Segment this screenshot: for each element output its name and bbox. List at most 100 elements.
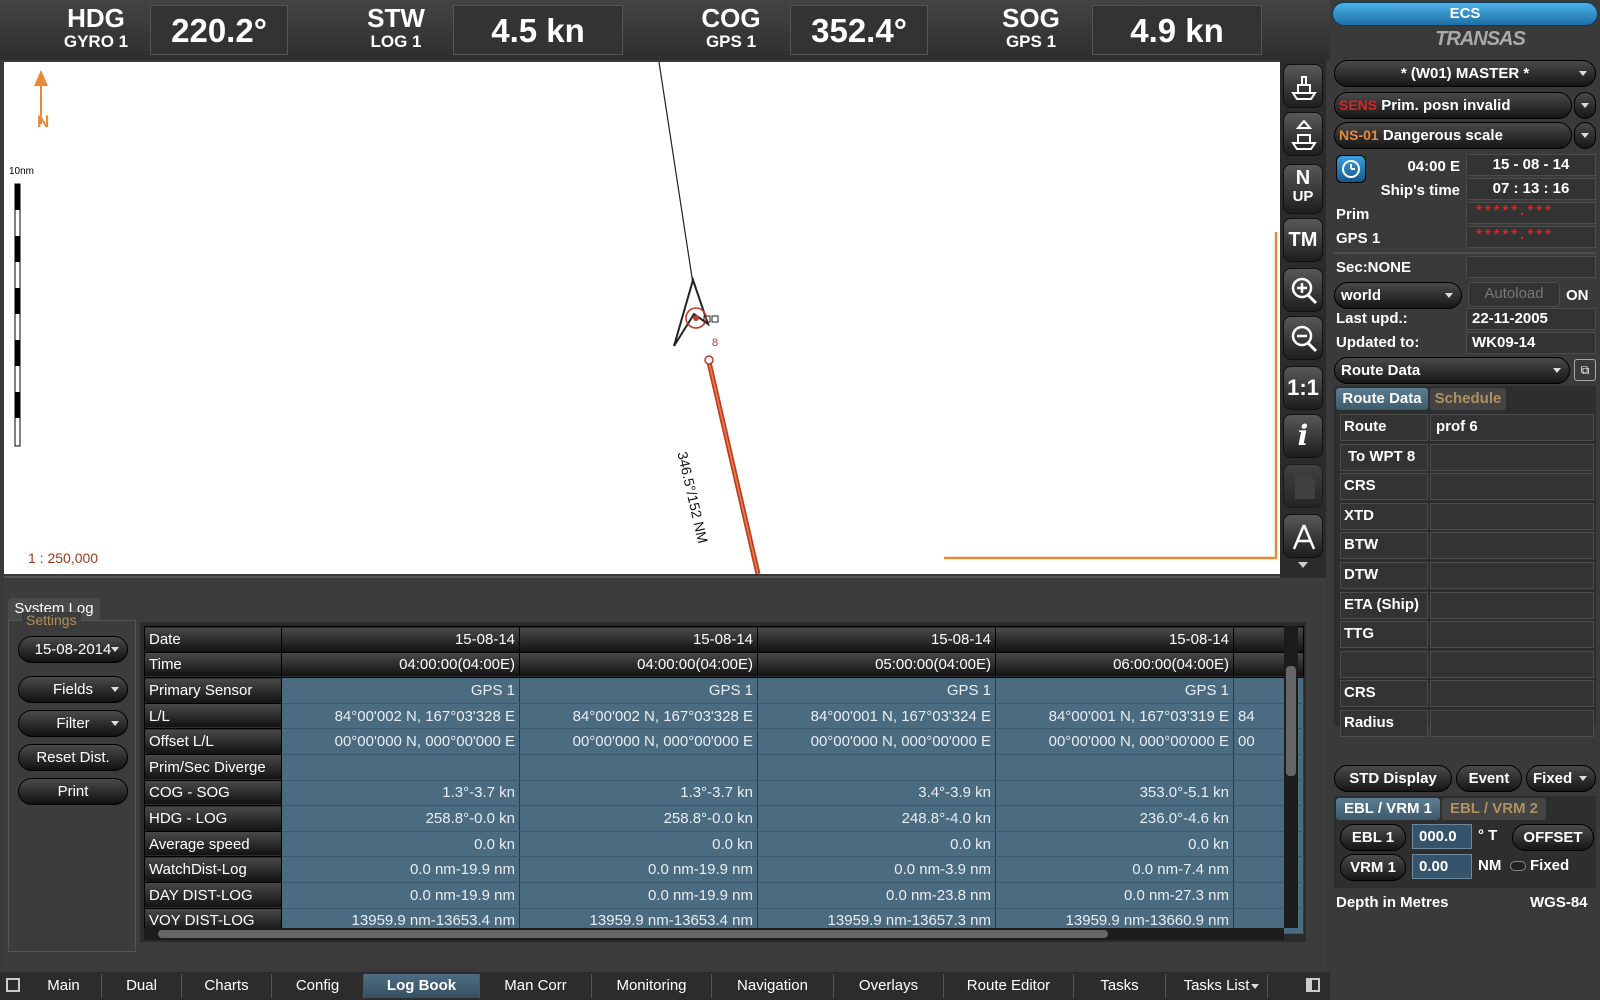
zoom-out-button[interactable] xyxy=(1283,316,1323,360)
tab-log-book[interactable]: Log Book xyxy=(364,974,480,998)
tab-ebl-vrm-2[interactable]: EBL / VRM 2 xyxy=(1442,798,1546,820)
sensor-alarm-dropdown[interactable] xyxy=(1574,92,1596,119)
nav-alarm[interactable]: NS-01 Dangerous scale xyxy=(1334,122,1572,149)
chart-scale[interactable]: 1 : 250,000 xyxy=(28,550,98,566)
log-cell[interactable]: 84°00'002 N, 167°03'328 E xyxy=(519,703,758,730)
ecs-badge[interactable]: ECS xyxy=(1332,2,1598,26)
tab-main[interactable]: Main xyxy=(26,974,102,998)
log-vertical-thumb[interactable] xyxy=(1286,666,1296,776)
print-button[interactable]: Print xyxy=(18,778,128,805)
waypoint-marker[interactable] xyxy=(704,355,714,365)
log-row-header[interactable]: Prim/Sec Diverge xyxy=(144,753,282,781)
ship-offset-button[interactable] xyxy=(1283,112,1323,156)
log-cell[interactable]: 353.0°-5.1 kn xyxy=(995,780,1234,807)
event-button[interactable]: Event xyxy=(1456,765,1522,792)
stw-source[interactable]: LOG 1 xyxy=(360,32,432,52)
log-cell[interactable]: GPS 1 xyxy=(281,677,520,704)
chart-display[interactable]: N 10nm 8 346.5°/152 NM 1 : 250,000 xyxy=(4,62,1280,574)
tab-schedule[interactable]: Schedule xyxy=(1430,388,1506,410)
log-cell[interactable]: 00°00'000 N, 000°00'000 E xyxy=(995,728,1234,755)
cog-source[interactable]: GPS 1 xyxy=(695,32,767,52)
log-row-header[interactable]: COG - SOG xyxy=(144,779,282,807)
log-cell[interactable]: 0.0 nm-19.9 nm xyxy=(281,856,520,883)
tab-tasks-list[interactable]: Tasks List xyxy=(1166,974,1268,998)
measure-tool-button[interactable] xyxy=(1283,514,1323,558)
sensor-alarm[interactable]: SENS Prim. posn invalid xyxy=(1334,92,1572,119)
fields-button[interactable]: Fields xyxy=(18,676,128,703)
std-display-button[interactable]: STD Display xyxy=(1334,765,1452,792)
log-cell[interactable]: 0.0 kn xyxy=(757,831,996,858)
log-cell[interactable]: 0.0 nm-19.9 nm xyxy=(281,882,520,909)
log-row-header[interactable]: HDG - LOG xyxy=(144,805,282,832)
log-cell[interactable]: 236.0°-4.6 kn xyxy=(995,805,1234,832)
reset-dist-button[interactable]: Reset Dist. xyxy=(18,744,128,771)
log-cell[interactable]: GPS 1 xyxy=(995,677,1234,704)
log-row-header[interactable]: DAY DIST-LOG xyxy=(144,881,282,909)
offset-button[interactable]: OFFSET xyxy=(1512,824,1594,851)
log-cell[interactable]: 15-08-14 xyxy=(995,626,1234,653)
filter-button[interactable]: Filter xyxy=(18,710,128,737)
sog-source[interactable]: GPS 1 xyxy=(995,32,1067,52)
log-cell[interactable]: 258.8°-0.0 kn xyxy=(519,805,758,832)
log-cell[interactable]: 15-08-14 xyxy=(757,626,996,653)
log-row-header[interactable]: Primary Sensor xyxy=(144,677,282,704)
log-cell[interactable]: 06:00:00(04:00E) xyxy=(995,651,1234,679)
log-cell[interactable]: GPS 1 xyxy=(757,677,996,704)
log-row-header[interactable]: Average speed xyxy=(144,830,282,858)
log-cell[interactable]: 0.0 kn xyxy=(519,831,758,858)
log-cell[interactable]: 248.8°-4.0 kn xyxy=(757,805,996,832)
true-motion-button[interactable]: TM xyxy=(1283,218,1323,262)
panel-toggle-right-icon[interactable] xyxy=(1306,978,1320,992)
tab-monitoring[interactable]: Monitoring xyxy=(592,974,712,998)
panel-toggle-left-icon[interactable] xyxy=(6,978,20,992)
ebl1-button[interactable]: EBL 1 xyxy=(1340,824,1406,851)
ship-center-button[interactable] xyxy=(1283,64,1323,108)
hdg-source[interactable]: GYRO 1 xyxy=(60,32,132,52)
tab-navigation[interactable]: Navigation xyxy=(712,974,834,998)
vrm1-button[interactable]: VRM 1 xyxy=(1340,854,1406,881)
log-row-header[interactable]: Time xyxy=(144,651,282,679)
log-row-header[interactable]: L/L xyxy=(144,702,282,730)
fixed-checkbox[interactable] xyxy=(1510,861,1526,871)
log-cell[interactable]: 84°00'001 N, 167°03'319 E xyxy=(995,703,1234,730)
log-cell[interactable]: 0.0 nm-23.8 nm xyxy=(757,882,996,909)
nav-alarm-dropdown[interactable] xyxy=(1574,122,1596,149)
log-cell[interactable]: 0.0 nm-7.4 nm xyxy=(995,856,1234,883)
tab-dual[interactable]: Dual xyxy=(102,974,182,998)
log-cell[interactable] xyxy=(519,754,758,781)
log-cell[interactable]: GPS 1 xyxy=(519,677,758,704)
log-cell[interactable]: 0.0 kn xyxy=(995,831,1234,858)
zoom-in-button[interactable] xyxy=(1283,268,1323,312)
tab-route-data[interactable]: Route Data xyxy=(1336,388,1428,410)
tab-overlays[interactable]: Overlays xyxy=(834,974,944,998)
log-cell[interactable]: 04:00:00(04:00E) xyxy=(281,651,520,679)
log-vertical-scrollbar[interactable] xyxy=(1284,626,1298,928)
log-cell[interactable]: 00°00'000 N, 000°00'000 E xyxy=(281,728,520,755)
log-cell[interactable]: 1.3°-3.7 kn xyxy=(281,780,520,807)
north-up-button[interactable]: N UP xyxy=(1283,164,1323,214)
tab-charts[interactable]: Charts xyxy=(182,974,272,998)
log-cell[interactable]: 84°00'001 N, 167°03'324 E xyxy=(757,703,996,730)
log-cell[interactable]: 15-08-14 xyxy=(281,626,520,653)
master-select[interactable]: * (W01) MASTER * xyxy=(1334,60,1596,87)
log-row-header[interactable]: WatchDist-Log xyxy=(144,856,282,883)
log-horizontal-thumb[interactable] xyxy=(158,930,1108,938)
toolbar-more-icon[interactable] xyxy=(1298,562,1308,568)
log-cell[interactable]: 0.0 nm-27.3 nm xyxy=(995,882,1234,909)
tab-ebl-vrm-1[interactable]: EBL / VRM 1 xyxy=(1336,798,1440,820)
clock-button[interactable] xyxy=(1336,155,1366,183)
log-cell[interactable]: 15-08-14 xyxy=(519,626,758,653)
log-horizontal-scrollbar[interactable] xyxy=(144,928,1284,940)
log-cell[interactable]: 84°00'002 N, 167°03'328 E xyxy=(281,703,520,730)
vrm-range-input[interactable]: 0.00 xyxy=(1412,854,1472,879)
log-cell[interactable]: 04:00:00(04:00E) xyxy=(519,651,758,679)
log-cell[interactable]: 258.8°-0.0 kn xyxy=(281,805,520,832)
log-cell[interactable]: 05:00:00(04:00E) xyxy=(757,651,996,679)
log-row-header[interactable]: Date xyxy=(144,626,282,653)
fixed-select[interactable]: Fixed xyxy=(1526,765,1596,792)
log-cell[interactable]: 1.3°-3.7 kn xyxy=(519,780,758,807)
log-cell[interactable]: 0.0 nm-19.9 nm xyxy=(519,882,758,909)
log-cell[interactable]: 0.0 kn xyxy=(281,831,520,858)
log-cell[interactable] xyxy=(757,754,996,781)
log-cell[interactable]: 3.4°-3.9 kn xyxy=(757,780,996,807)
